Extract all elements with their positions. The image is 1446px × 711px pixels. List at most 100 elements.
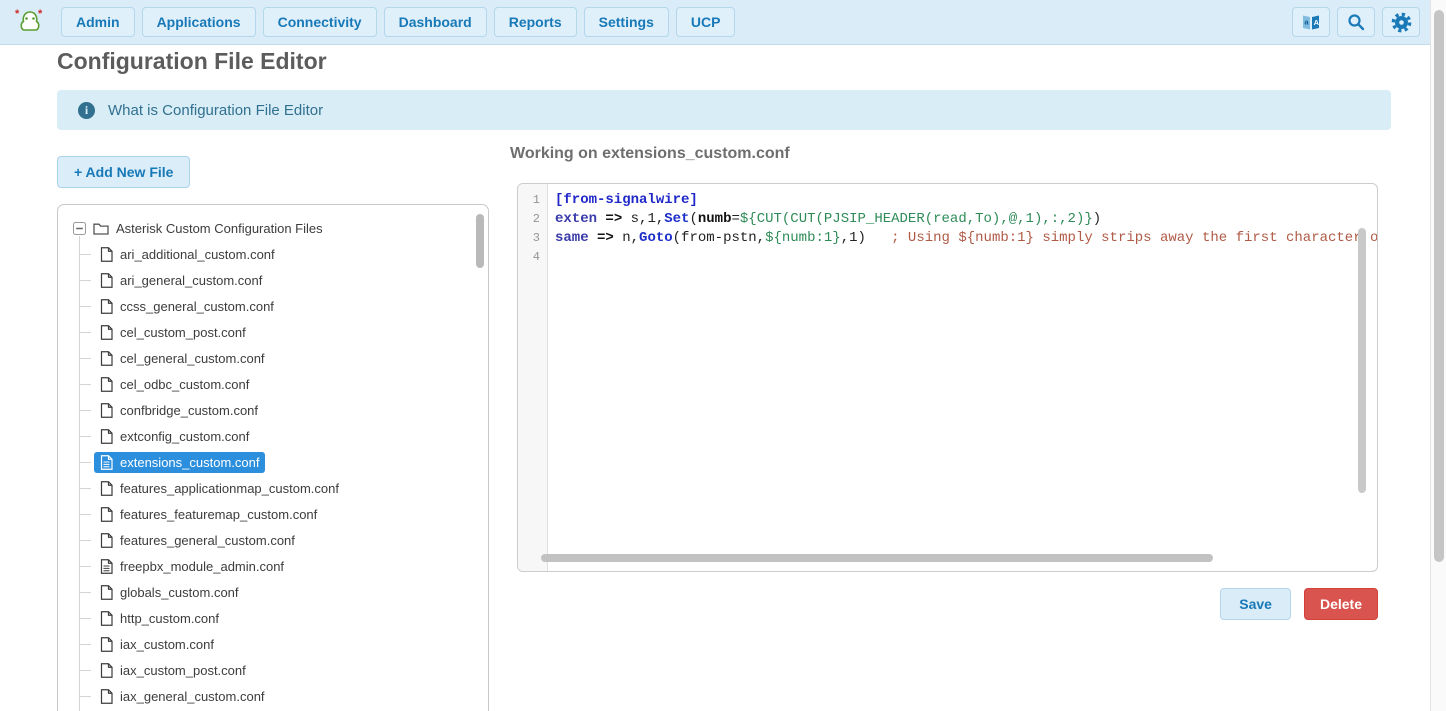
tree-item-file[interactable]: cel_general_custom.conf xyxy=(79,345,488,371)
code-line[interactable] xyxy=(555,248,1377,267)
tree-item-file[interactable]: extensions_custom.conf xyxy=(79,449,488,475)
file-name: extensions_custom.conf xyxy=(120,455,259,470)
editor-actions: Save Delete xyxy=(517,588,1378,620)
file-blank-icon xyxy=(100,533,113,548)
file-name: features_general_custom.conf xyxy=(120,533,295,548)
delete-button[interactable]: Delete xyxy=(1304,588,1378,620)
editor-horizontal-scrollbar-thumb[interactable] xyxy=(541,554,1213,562)
working-on-heading: Working on extensions_custom.conf xyxy=(510,145,790,163)
add-new-file-button[interactable]: + Add New File xyxy=(57,156,190,188)
nav-items: AdminApplicationsConnectivityDashboardRe… xyxy=(61,7,735,37)
file-text-icon xyxy=(100,559,113,574)
gear-icon xyxy=(1391,12,1412,33)
file-blank-icon xyxy=(100,429,113,444)
file-name: ari_additional_custom.conf xyxy=(120,247,275,262)
tree-root-node[interactable]: Asterisk Custom Configuration Files xyxy=(73,215,488,241)
file-blank-icon xyxy=(100,325,113,340)
tree-item-file[interactable]: features_featuremap_custom.conf xyxy=(79,501,488,527)
collapse-toggle-icon[interactable] xyxy=(73,222,86,235)
file-name: cel_custom_post.conf xyxy=(120,325,246,340)
file-name: features_featuremap_custom.conf xyxy=(120,507,317,522)
save-button[interactable]: Save xyxy=(1220,588,1291,620)
file-name: ccss_general_custom.conf xyxy=(120,299,274,314)
file-name: iax_custom_post.conf xyxy=(120,663,246,678)
code-line[interactable]: [from-signalwire] xyxy=(555,191,1377,210)
nav-item-applications[interactable]: Applications xyxy=(142,7,256,37)
file-name: ari_general_custom.conf xyxy=(120,273,262,288)
nav-item-reports[interactable]: Reports xyxy=(494,7,577,37)
file-name: iax_general_custom.conf xyxy=(120,689,265,704)
file-blank-icon xyxy=(100,663,113,678)
tree-item-file[interactable]: cel_odbc_custom.conf xyxy=(79,371,488,397)
line-number: 4 xyxy=(518,248,547,267)
file-name: extconfig_custom.conf xyxy=(120,429,249,444)
nav-item-admin[interactable]: Admin xyxy=(61,7,135,37)
tree-item-file[interactable]: features_general_custom.conf xyxy=(79,527,488,553)
code-line[interactable]: same => n,Goto(from-pstn,${numb:1},1) ; … xyxy=(555,229,1377,248)
tree-item-file[interactable]: ari_general_custom.conf xyxy=(79,267,488,293)
line-number: 1 xyxy=(518,191,547,210)
tree-item-file[interactable]: iax_custom_post.conf xyxy=(79,657,488,683)
configuration-file-editor-page: * * AdminApplicationsConnectivityDashboa… xyxy=(0,0,1446,711)
tree-item-file[interactable]: globals_custom.conf xyxy=(79,579,488,605)
tree-item-file[interactable]: ccss_general_custom.conf xyxy=(79,293,488,319)
tree-item-file[interactable]: http_custom.conf xyxy=(79,605,488,631)
file-name: globals_custom.conf xyxy=(120,585,239,600)
file-name: confbridge_custom.conf xyxy=(120,403,258,418)
page-title: Configuration File Editor xyxy=(57,48,327,75)
file-blank-icon xyxy=(100,377,113,392)
svg-text:A: A xyxy=(1314,18,1320,27)
tree-item-file[interactable]: extconfig_custom.conf xyxy=(79,423,488,449)
file-blank-icon xyxy=(100,611,113,626)
search-button[interactable] xyxy=(1337,7,1375,37)
nav-item-connectivity[interactable]: Connectivity xyxy=(263,7,377,37)
tree-item-file[interactable]: cel_custom_post.conf xyxy=(79,319,488,345)
page-scrollbar[interactable] xyxy=(1430,0,1446,711)
tree-item-file[interactable]: iax_general_custom.conf xyxy=(79,683,488,709)
freepbx-logo[interactable]: * * xyxy=(12,5,48,39)
freepbx-frog-icon: * * xyxy=(14,7,46,37)
svg-text:*: * xyxy=(38,8,43,20)
tree-root-label: Asterisk Custom Configuration Files xyxy=(116,221,323,236)
line-number: 3 xyxy=(518,229,547,248)
language-icon: A a xyxy=(1301,14,1321,31)
top-navbar: * * AdminApplicationsConnectivityDashboa… xyxy=(0,0,1430,45)
file-blank-icon xyxy=(100,273,113,288)
tree-children: ari_additional_custom.conf ari_general_cu… xyxy=(79,241,488,709)
code-line[interactable]: exten => s,1,Set(numb=${CUT(CUT(PJSIP_HE… xyxy=(555,210,1377,229)
file-blank-icon xyxy=(100,351,113,366)
info-banner[interactable]: i What is Configuration File Editor xyxy=(57,90,1391,130)
nav-item-settings[interactable]: Settings xyxy=(584,7,669,37)
page-scrollbar-thumb[interactable] xyxy=(1434,10,1444,562)
editor-code[interactable]: [from-signalwire]exten => s,1,Set(numb=$… xyxy=(549,184,1377,571)
info-banner-text: What is Configuration File Editor xyxy=(108,102,323,119)
tree-item-file[interactable]: freepbx_module_admin.conf xyxy=(79,553,488,579)
tree-item-file[interactable]: iax_custom.conf xyxy=(79,631,488,657)
info-circle-icon: i xyxy=(78,102,95,119)
file-name: cel_odbc_custom.conf xyxy=(120,377,249,392)
file-blank-icon xyxy=(100,247,113,262)
file-blank-icon xyxy=(100,585,113,600)
line-number: 2 xyxy=(518,210,547,229)
file-text-icon xyxy=(100,455,113,470)
file-name: iax_custom.conf xyxy=(120,637,214,652)
file-blank-icon xyxy=(100,403,113,418)
svg-text:*: * xyxy=(15,8,20,20)
file-name: freepbx_module_admin.conf xyxy=(120,559,284,574)
tree-item-file[interactable]: features_applicationmap_custom.conf xyxy=(79,475,488,501)
editor-gutter: 1234 xyxy=(518,184,548,571)
file-name: http_custom.conf xyxy=(120,611,219,626)
file-blank-icon xyxy=(100,689,113,704)
tree-item-file[interactable]: confbridge_custom.conf xyxy=(79,397,488,423)
file-blank-icon xyxy=(100,481,113,496)
file-name: features_applicationmap_custom.conf xyxy=(120,481,339,496)
language-button[interactable]: A a xyxy=(1292,7,1330,37)
nav-item-dashboard[interactable]: Dashboard xyxy=(384,7,487,37)
tree-scrollbar-thumb[interactable] xyxy=(476,214,484,268)
config-code-editor: 1234 [from-signalwire]exten => s,1,Set(n… xyxy=(517,183,1378,572)
settings-gear-button[interactable] xyxy=(1382,7,1420,37)
tree-item-file[interactable]: ari_additional_custom.conf xyxy=(79,241,488,267)
nav-item-ucp[interactable]: UCP xyxy=(676,7,736,37)
editor-vertical-scrollbar-thumb[interactable] xyxy=(1358,228,1366,493)
file-blank-icon xyxy=(100,299,113,314)
